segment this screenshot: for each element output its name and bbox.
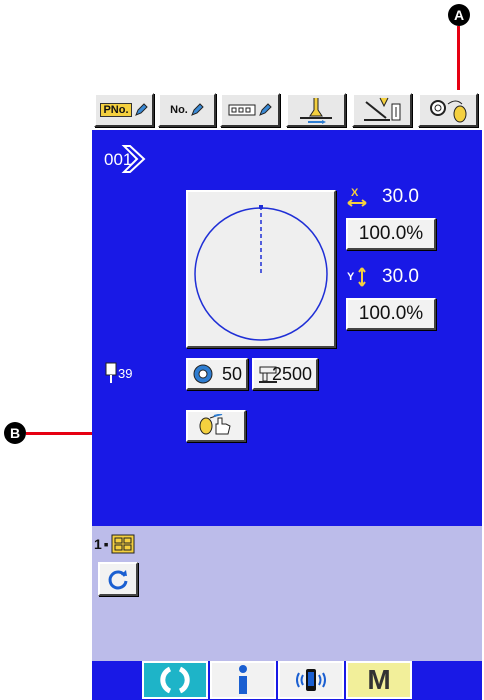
y-scale-button[interactable]: 100.0%	[346, 298, 436, 330]
mode-button[interactable]: M	[346, 661, 412, 699]
thread-tension-button[interactable]: 50	[186, 358, 248, 390]
svg-text:Y: Y	[347, 271, 355, 283]
text-entry-icon	[228, 104, 256, 116]
bobbin-winder-button[interactable]	[418, 93, 478, 127]
pattern-number-display: 001	[104, 142, 148, 173]
sewing-speed-icon	[259, 366, 277, 383]
circle-pattern-shape	[194, 205, 328, 341]
y-scale-label: 100.0%	[358, 303, 424, 324]
sewing-panel-screen: PNo. No. 001 X 30.0 100.0% Y 30.0 100.0%…	[92, 90, 482, 700]
x-scale-icon: X	[347, 187, 367, 207]
y-scale-icon: Y	[347, 267, 366, 287]
counter-reset-button[interactable]	[98, 562, 138, 596]
bobbin-winder-icon	[430, 100, 467, 123]
no-label: No.	[170, 104, 188, 116]
presser-foot-icon	[300, 98, 332, 124]
callout-marker-b: B	[4, 422, 26, 444]
pattern-register-button[interactable]: PNo.	[94, 93, 154, 127]
bobbin-hand-icon	[199, 414, 231, 435]
information-button[interactable]	[210, 661, 276, 699]
counter-indicator: 1 ▪	[94, 534, 135, 554]
ready-button[interactable]	[142, 661, 208, 699]
pencil-icon	[259, 103, 272, 116]
x-scale-label: 100.0%	[358, 223, 424, 244]
x-value: 30.0	[382, 186, 419, 207]
x-scale-button[interactable]: 100.0%	[346, 218, 436, 250]
svg-text:X: X	[351, 187, 359, 199]
tension-dial-icon	[193, 364, 213, 384]
bottom-bar: M	[92, 661, 482, 700]
needle-count-value: 39	[118, 366, 133, 381]
max-speed-button[interactable]: 2500	[252, 358, 318, 390]
pencil-icon	[190, 103, 204, 116]
callout-marker-a: A	[448, 4, 470, 26]
pattern-shape-preview[interactable]	[186, 190, 336, 348]
thread-tension-value: 50	[221, 363, 242, 384]
toolbar: PNo. No.	[92, 90, 482, 128]
counter-panel: 1 ▪	[92, 526, 482, 661]
pno-badge: PNo.	[100, 103, 132, 117]
dash-icon: ▪	[103, 536, 109, 552]
communication-icon	[296, 669, 326, 691]
main-data-panel: 001 X 30.0 100.0% Y 30.0 100.0% 39 50 25…	[92, 130, 482, 526]
communication-button[interactable]	[278, 661, 344, 699]
ready-icon	[160, 666, 190, 694]
thread-clamp-button[interactable]	[352, 93, 412, 127]
pattern-name-button[interactable]: No.	[158, 93, 216, 127]
y-value: 30.0	[382, 266, 419, 287]
refresh-icon	[108, 570, 128, 590]
pencil-icon	[134, 103, 148, 116]
mode-label: M	[367, 664, 391, 695]
presser-foot-button[interactable]	[286, 93, 346, 127]
callout-marker-b-label: B	[9, 425, 21, 441]
grid-pattern-icon	[111, 534, 135, 554]
counter-prefix: 1	[94, 536, 102, 552]
thread-winding-button[interactable]	[186, 410, 246, 442]
callout-marker-a-label: A	[453, 7, 465, 23]
info-icon	[239, 665, 247, 694]
thread-clamp-icon	[364, 97, 401, 121]
callout-line-a	[457, 26, 460, 96]
pattern-number-value: 001	[104, 150, 133, 169]
character-input-button[interactable]	[220, 93, 280, 127]
needle-icon	[105, 362, 117, 383]
